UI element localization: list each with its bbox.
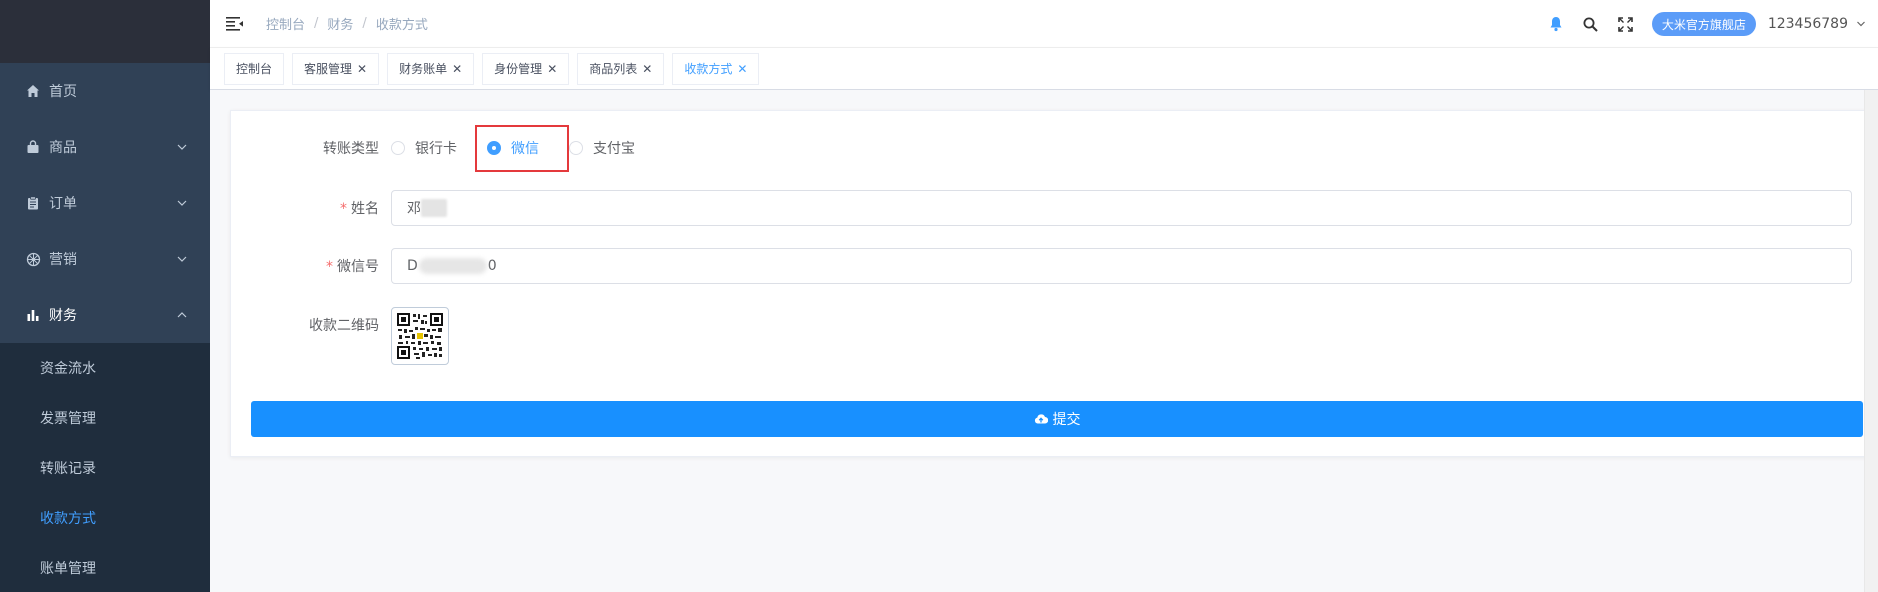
breadcrumb-item[interactable]: 财务 <box>327 14 353 33</box>
qr-code-image <box>396 312 444 360</box>
radio-alipay[interactable]: 支付宝 <box>569 138 635 158</box>
sidebar-item-goods[interactable]: 商品 <box>0 119 210 175</box>
name-row: * 姓名 邓 <box>231 190 1852 226</box>
cloud-upload-icon <box>1034 413 1048 425</box>
top-navbar: 控制台 / 财务 / 收款方式 大米官方旗舰店 123456789 <box>210 0 1878 48</box>
tag-dashboard[interactable]: 控制台 <box>224 52 285 85</box>
sidebar-item-home[interactable]: 首页 <box>0 63 210 119</box>
wechat-id-input[interactable]: D 0 <box>391 248 1852 284</box>
close-icon[interactable]: ✕ <box>452 62 462 76</box>
hamburger-icon[interactable] <box>226 15 246 33</box>
fullscreen-icon[interactable] <box>1617 15 1635 33</box>
finance-submenu: 资金流水 发票管理 转账记录 收款方式 账单管理 <box>0 343 210 592</box>
radio-label: 银行卡 <box>415 141 457 157</box>
radio-label: 支付宝 <box>593 141 635 157</box>
close-icon[interactable]: ✕ <box>737 62 747 76</box>
breadcrumb-separator: / <box>314 16 319 31</box>
tag-label: 身份管理 <box>494 62 543 76</box>
chevron-up-icon <box>177 312 187 318</box>
sidebar-item-label: 营销 <box>49 252 77 268</box>
sidebar: 首页 商品 订单 营销 财务 资金流水 发票管理 转账记录 收款方式 账单管理 <box>0 0 210 592</box>
qr-code-label: 收款二维码 <box>309 318 379 334</box>
bag-icon <box>25 139 41 155</box>
sidebar-item-label: 首页 <box>49 84 77 100</box>
tag-customer-service[interactable]: 客服管理 ✕ <box>292 52 380 85</box>
transfer-type-row: 转账类型 银行卡 微信 支付宝 <box>231 135 665 161</box>
tag-product-list[interactable]: 商品列表 ✕ <box>577 52 665 85</box>
tag-label: 客服管理 <box>304 62 353 76</box>
wechat-id-prefix: D <box>407 258 418 274</box>
sidebar-item-finance[interactable]: 财务 <box>0 287 210 343</box>
vertical-scrollbar[interactable] <box>1864 90 1878 592</box>
chevron-down-icon[interactable] <box>1856 19 1866 29</box>
name-input[interactable]: 邓 <box>391 190 1852 226</box>
sidebar-item-marketing[interactable]: 营销 <box>0 231 210 287</box>
payment-method-form: 转账类型 银行卡 微信 支付宝 * 姓名 邓 * 微信号 D 0 收款二维码 提… <box>230 110 1878 457</box>
qr-code-upload[interactable] <box>391 307 449 365</box>
chevron-down-icon <box>177 200 187 206</box>
radio-wechat[interactable]: 微信 <box>487 138 539 158</box>
radio-circle[interactable] <box>487 141 501 155</box>
wechat-id-row: * 微信号 D 0 <box>231 248 1852 284</box>
wechat-id-label: * 微信号 <box>326 259 379 275</box>
username[interactable]: 123456789 <box>1768 16 1848 32</box>
close-icon[interactable]: ✕ <box>642 62 652 76</box>
logo-area <box>0 0 210 63</box>
redacted-text <box>421 199 447 217</box>
home-icon <box>25 83 41 99</box>
tag-payment-methods[interactable]: 收款方式 ✕ <box>672 52 760 85</box>
radio-bank-card[interactable]: 银行卡 <box>391 138 457 158</box>
breadcrumb-item-current: 收款方式 <box>375 18 428 33</box>
close-icon[interactable]: ✕ <box>357 62 367 76</box>
submit-button[interactable]: 提交 <box>251 401 1863 437</box>
tag-label: 收款方式 <box>684 62 733 76</box>
wheel-icon <box>25 251 41 267</box>
search-icon[interactable] <box>1582 15 1600 33</box>
sidebar-subitem-bills[interactable]: 账单管理 <box>0 543 210 592</box>
wechat-id-suffix: 0 <box>487 258 497 274</box>
name-label: * 姓名 <box>340 201 379 217</box>
tag-identity[interactable]: 身份管理 ✕ <box>482 52 570 85</box>
sidebar-item-label: 商品 <box>49 140 77 156</box>
sidebar-item-orders[interactable]: 订单 <box>0 175 210 231</box>
required-mark: * <box>340 201 347 217</box>
transfer-type-label: 转账类型 <box>323 141 379 157</box>
breadcrumb: 控制台 / 财务 / 收款方式 <box>266 14 428 33</box>
name-value: 邓 <box>407 201 421 217</box>
radio-circle[interactable] <box>569 141 583 155</box>
tags-view: 控制台 客服管理 ✕ 财务账单 ✕ 身份管理 ✕ 商品列表 ✕ 收款方式 ✕ <box>210 48 1878 90</box>
required-mark: * <box>326 259 333 275</box>
sidebar-subitem-cash-flow[interactable]: 资金流水 <box>0 343 210 393</box>
tag-label: 商品列表 <box>589 62 638 76</box>
qr-code-row: 收款二维码 <box>231 307 449 365</box>
chevron-down-icon <box>177 256 187 262</box>
sidebar-item-label: 订单 <box>49 196 77 212</box>
submit-label: 提交 <box>1052 412 1081 428</box>
shop-badge[interactable]: 大米官方旗舰店 <box>1651 12 1756 36</box>
radio-circle[interactable] <box>391 141 405 155</box>
tag-finance-bills[interactable]: 财务账单 ✕ <box>387 52 475 85</box>
close-icon[interactable]: ✕ <box>547 62 557 76</box>
tag-label: 控制台 <box>236 62 273 76</box>
bar-chart-icon <box>25 307 41 323</box>
sidebar-subitem-payment-methods[interactable]: 收款方式 <box>0 493 210 543</box>
bell-icon[interactable] <box>1547 15 1565 33</box>
tag-label: 财务账单 <box>399 62 448 76</box>
sidebar-subitem-transfer-records[interactable]: 转账记录 <box>0 443 210 493</box>
topbar-right: 大米官方旗舰店 123456789 <box>1547 0 1866 48</box>
breadcrumb-item[interactable]: 控制台 <box>266 14 305 33</box>
radio-label: 微信 <box>511 141 539 157</box>
sidebar-subitem-invoice[interactable]: 发票管理 <box>0 393 210 443</box>
chevron-down-icon <box>177 144 187 150</box>
breadcrumb-separator: / <box>362 16 367 31</box>
clipboard-icon <box>25 195 41 211</box>
redacted-text <box>418 258 487 274</box>
sidebar-item-label: 财务 <box>49 308 77 324</box>
